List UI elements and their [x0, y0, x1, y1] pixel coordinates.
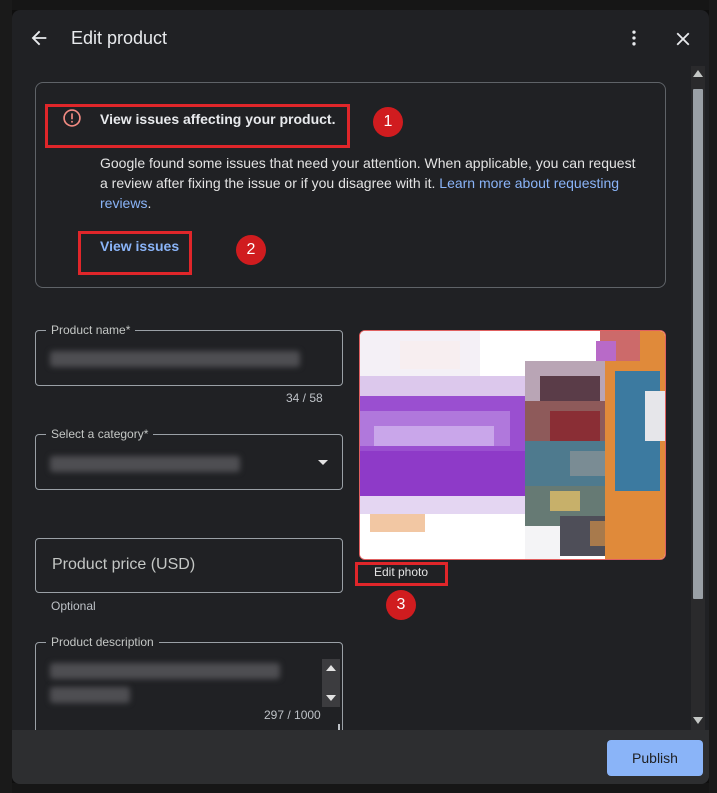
- product-name-counter: 34 / 58: [286, 391, 323, 405]
- product-price-field[interactable]: Product price (USD): [35, 538, 343, 593]
- description-counter: 297 / 1000: [264, 708, 321, 722]
- annotation-marker-3: 3: [386, 590, 416, 620]
- description-value-line-2: [50, 687, 130, 703]
- close-icon[interactable]: [672, 28, 694, 50]
- dialog-footer: Publish: [12, 730, 709, 784]
- product-photo-image: [360, 331, 665, 559]
- scroll-thumb[interactable]: [693, 89, 703, 599]
- background-app-top: [0, 0, 717, 10]
- background-app-bottom: [0, 783, 717, 793]
- product-name-label: Product name*: [46, 323, 136, 337]
- scroll-down-icon[interactable]: [693, 717, 703, 724]
- scroll-up-icon[interactable]: [693, 70, 703, 77]
- edit-product-dialog: Edit product View issues affecting your …: [12, 10, 709, 784]
- product-price-placeholder: Product price (USD): [52, 556, 196, 573]
- annotation-marker-1: 1: [373, 107, 403, 137]
- price-helper-text: Optional: [51, 599, 96, 613]
- annotation-box-1: [45, 104, 350, 148]
- dialog-header: Edit product: [12, 10, 709, 66]
- product-name-value: [50, 351, 300, 367]
- publish-button[interactable]: Publish: [607, 740, 703, 776]
- dialog-title: Edit product: [71, 28, 168, 48]
- product-photo[interactable]: [359, 330, 666, 560]
- description-value-line-1: [50, 663, 280, 679]
- textarea-scrollbar[interactable]: [322, 659, 340, 707]
- dialog-content: View issues affecting your product. Goog…: [12, 66, 709, 730]
- more-vert-icon[interactable]: [624, 28, 644, 48]
- scroll-up-arrow-icon[interactable]: [326, 665, 336, 671]
- issues-description: Google found some issues that need your …: [100, 153, 640, 213]
- category-label: Select a category*: [46, 427, 154, 441]
- annotation-box-3: [355, 562, 448, 586]
- category-value: [50, 456, 240, 472]
- category-select[interactable]: Select a category*: [35, 427, 343, 490]
- dropdown-arrow-icon[interactable]: [316, 457, 330, 467]
- description-label: Product description: [46, 635, 159, 649]
- issues-body-end: .: [147, 195, 152, 211]
- dialog-scrollbar[interactable]: [691, 66, 705, 730]
- back-arrow-icon[interactable]: [28, 27, 50, 49]
- background-app-right: [709, 0, 717, 793]
- annotation-marker-2: 2: [236, 235, 266, 265]
- product-description-field[interactable]: Product description 297 / 1000: [35, 635, 343, 730]
- background-app-left: [0, 0, 12, 793]
- annotation-box-2: [78, 231, 192, 275]
- product-name-field[interactable]: Product name*: [35, 323, 343, 386]
- scroll-down-arrow-icon[interactable]: [326, 695, 336, 701]
